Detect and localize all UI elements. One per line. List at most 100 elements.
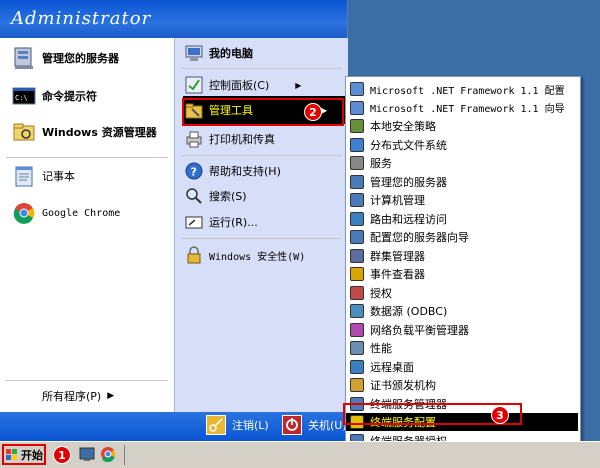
svg-text:?: ? [191, 166, 197, 179]
submenu-item[interactable]: 群集管理器 [346, 247, 578, 265]
control-panel-icon [185, 76, 203, 94]
chrome-icon [12, 201, 36, 225]
right-item-label: 搜索(S) [209, 190, 247, 203]
submenu-item-label: 计算机管理 [370, 194, 425, 207]
submenu-item-label: Microsoft .NET Framework 1.1 配置 [370, 85, 565, 97]
arrow-right-icon: ▶ [295, 80, 302, 90]
admin-tool-icon [350, 267, 364, 281]
search-icon [185, 187, 203, 205]
submenu-item[interactable]: 路由和远程访问 [346, 210, 578, 228]
admin-tool-icon [350, 230, 364, 244]
pinned-item-cmd[interactable]: C:\ 命令提示符 [12, 84, 97, 108]
submenu-item-label: 证书颁发机构 [370, 379, 436, 392]
submenu-item[interactable]: 远程桌面 [346, 358, 578, 376]
right-item-search[interactable]: 搜索(S) [185, 187, 247, 205]
my-computer-icon [185, 44, 203, 62]
right-item-run[interactable]: 运行(R)... [185, 213, 258, 231]
start-label: 开始 [21, 448, 43, 462]
submenu-item[interactable]: Microsoft .NET Framework 1.1 向导 [346, 99, 578, 117]
submenu-item-label: 本地安全策略 [370, 120, 436, 133]
submenu-item[interactable]: 数据源 (ODBC) [346, 302, 578, 320]
admin-tool-icon [350, 137, 364, 152]
pinned-item-manage-server[interactable]: 管理您的服务器 [12, 46, 119, 70]
right-item-security[interactable]: Windows 安全性(W) [185, 246, 305, 264]
submenu-item[interactable]: 计算机管理 [346, 191, 578, 209]
start-button[interactable]: 开始 [2, 444, 46, 465]
submenu-item-label: 群集管理器 [370, 249, 425, 263]
submenu-item[interactable]: Microsoft .NET Framework 1.1 配置 [346, 80, 578, 98]
svg-text:C:\: C:\ [15, 94, 28, 102]
run-icon [185, 213, 203, 231]
cmd-icon: C:\ [12, 84, 36, 108]
quicklaunch-desktop-icon[interactable] [79, 446, 95, 462]
explorer-icon [12, 120, 36, 144]
logoff-button[interactable]: 注销(L) [206, 415, 269, 435]
start-menu-footer: 注销(L) 关机(U) [0, 412, 347, 441]
recent-item-notepad[interactable]: 记事本 [12, 164, 75, 188]
notepad-icon [12, 164, 36, 188]
right-item-help[interactable]: ? 帮助和支持(H) [185, 162, 281, 180]
separator [181, 238, 341, 239]
key-icon [206, 415, 226, 435]
right-item-printers[interactable]: 打印机和传真 [185, 130, 275, 148]
submenu-item-label: 网络负载平衡管理器 [370, 323, 469, 337]
right-item-my-computer[interactable]: 我的电脑 [185, 44, 253, 62]
submenu-item-label: 配置您的服务器向导 [370, 231, 469, 244]
admin-tool-icon [350, 341, 364, 355]
separator [6, 380, 168, 381]
right-item-label: 打印机和传真 [209, 133, 275, 146]
recent-item-chrome[interactable]: Google Chrome [12, 201, 120, 225]
annotation-badge-3: 3 [491, 406, 509, 424]
submenu-item-label: 数据源 (ODBC) [370, 305, 448, 318]
windows-logo-icon [6, 448, 18, 461]
start-menu: Administrator 管理您的服务器 C:\ 命令提示符 Windows … [0, 0, 349, 441]
submenu-item[interactable]: 性能 [346, 339, 578, 357]
separator [6, 157, 168, 158]
submenu-item[interactable]: 授权 [346, 284, 578, 302]
quicklaunch-chrome-icon[interactable] [100, 446, 116, 463]
submenu-item-label: 远程桌面 [370, 360, 414, 374]
submenu-item[interactable]: 分布式文件系统 [346, 136, 578, 154]
right-item-control-panel[interactable]: 控制面板(C) ▶ [185, 76, 301, 94]
submenu-item-label: 授权 [370, 286, 392, 300]
submenu-item[interactable]: 配置您的服务器向导 [346, 228, 578, 246]
submenu-item[interactable]: 证书颁发机构 [346, 376, 578, 394]
submenu-item-label: Microsoft .NET Framework 1.1 向导 [370, 104, 565, 115]
start-menu-right-pane: 我的电脑 控制面板(C) ▶ 管理工具 ▶ 打印机和传真 ? 帮助和支持(H) … [174, 38, 349, 412]
submenu-item[interactable]: 服务 [346, 154, 578, 172]
submenu-item-label: 性能 [370, 342, 392, 355]
printer-icon [185, 130, 203, 148]
submenu-item-label: 服务 [370, 157, 392, 170]
admin-tool-icon [350, 156, 364, 170]
admin-tool-icon [350, 304, 364, 318]
right-item-label: Windows 安全性(W) [209, 251, 306, 263]
annotation-badge-2: 2 [304, 103, 322, 121]
admin-tool-icon [350, 174, 364, 189]
right-item-label: 运行(R)... [209, 216, 258, 229]
power-icon [282, 415, 302, 435]
submenu-item[interactable]: 管理您的服务器 [346, 173, 578, 191]
pinned-label: 命令提示符 [42, 90, 97, 103]
submenu-item[interactable]: 网络负载平衡管理器 [346, 321, 578, 339]
arrow-right-icon: ▶ [107, 391, 115, 401]
recent-label: Google Chrome [42, 207, 121, 219]
admin-tool-icon [350, 285, 364, 300]
recent-label: 记事本 [42, 170, 75, 183]
submenu-item-label: 路由和远程访问 [370, 212, 447, 226]
shutdown-button[interactable]: 关机(U) [282, 415, 347, 435]
all-programs-button[interactable]: 所有程序(P) ▶ [42, 388, 114, 404]
admin-tool-icon [350, 193, 364, 207]
submenu-item-label: 管理您的服务器 [370, 175, 447, 189]
shutdown-label: 关机(U) [308, 419, 347, 432]
right-item-label: 我的电脑 [209, 47, 253, 60]
admin-tool-icon [350, 82, 364, 96]
admin-tool-icon [350, 100, 364, 115]
right-item-label: 帮助和支持(H) [209, 165, 281, 178]
submenu-item[interactable]: 事件查看器 [346, 265, 578, 283]
pinned-item-explorer[interactable]: Windows 资源管理器 [12, 120, 157, 144]
admin-tool-icon [350, 322, 364, 337]
submenu-item[interactable]: 本地安全策略 [346, 117, 578, 135]
taskbar-divider [124, 445, 125, 465]
admin-tool-icon [350, 359, 364, 374]
pinned-label: 管理您的服务器 [42, 52, 119, 65]
